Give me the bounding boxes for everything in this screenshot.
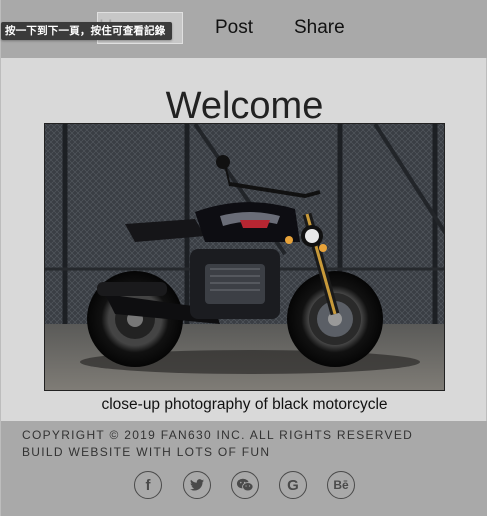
copyright-text: COPYRIGHT © 2019 FAN630 INC. ALL RIGHTS … bbox=[22, 428, 414, 442]
twitter-icon[interactable] bbox=[183, 471, 211, 499]
browser-tooltip: 按一下到下一頁，按住可查看記錄 bbox=[1, 22, 172, 40]
nav-post-link[interactable]: Post bbox=[215, 17, 253, 39]
wechat-icon[interactable] bbox=[231, 471, 259, 499]
behance-icon[interactable]: Bē bbox=[327, 471, 355, 499]
photo-caption: close-up photography of black motorcycle bbox=[101, 396, 388, 413]
page: Home Post Share 按一下到下一頁，按住可查看記錄 Welcome bbox=[0, 0, 487, 516]
footer: COPYRIGHT © 2019 FAN630 INC. ALL RIGHTS … bbox=[1, 421, 487, 516]
motorcycle-photo bbox=[44, 123, 445, 391]
header: Home Post Share 按一下到下一頁，按住可查看記錄 bbox=[1, 0, 487, 58]
nav-share-link[interactable]: Share bbox=[294, 17, 345, 39]
google-icon[interactable]: G bbox=[279, 471, 307, 499]
facebook-icon[interactable]: f bbox=[134, 471, 162, 499]
footer-tagline: BUILD WEBSITE WITH LOTS OF FUN bbox=[22, 445, 271, 459]
